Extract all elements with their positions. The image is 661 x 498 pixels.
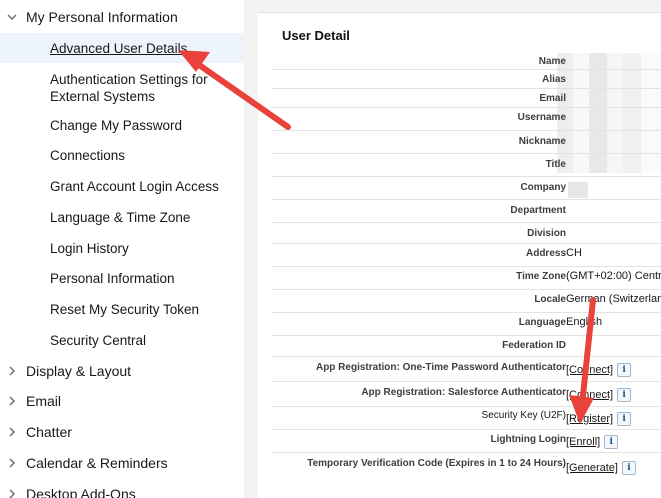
nav-item-label: Reset My Security Token: [50, 302, 200, 317]
detail-row-security-key: Security Key (U2F) [Register] i: [271, 407, 661, 430]
detail-row-name: Name: [271, 51, 661, 70]
nav-item-advanced-user-details[interactable]: Advanced User Details: [0, 33, 244, 63]
nav-item-label: Grant Account Login Access: [50, 179, 219, 194]
chevron-right-icon: [9, 458, 15, 468]
field-label: Security Key (U2F): [481, 410, 566, 421]
detail-row-otp-authenticator: App Registration: One-Time Password Auth…: [271, 357, 661, 382]
nav-group-my-personal-information[interactable]: My Personal Information: [0, 4, 244, 30]
panel-divider: [244, 0, 257, 498]
detail-row-nickname: Nickname: [271, 131, 661, 154]
field-label: Language: [518, 317, 566, 328]
detail-row-locale: Locale German (Switzerlan: [271, 290, 661, 313]
detail-row-lightning-login: Lightning Login [Enroll] i: [271, 430, 661, 453]
nav-group-calendar-reminders[interactable]: Calendar & Reminders: [0, 450, 244, 476]
chevron-right-icon: [9, 366, 15, 376]
nav-item-language-time-zone[interactable]: Language & Time Zone: [0, 208, 244, 228]
detail-row-time-zone: Time Zone (GMT+02:00) Centr: [271, 267, 661, 290]
field-value: CH: [566, 247, 582, 259]
nav-item-personal-information[interactable]: Personal Information: [0, 269, 244, 289]
info-icon[interactable]: i: [621, 461, 636, 475]
field-label: Username: [517, 112, 566, 123]
nav-item-authentication-settings[interactable]: Authentication Settings for External Sys…: [0, 70, 244, 106]
detail-row-federation-id: Federation ID: [271, 336, 661, 357]
nav-group-label: Chatter: [26, 424, 72, 440]
nav-item-label: Personal Information: [50, 271, 175, 286]
connect-salesforce-authenticator-link[interactable]: [Connect]: [566, 389, 613, 401]
detail-row-username: Username: [271, 108, 661, 131]
nav-item-label: Login History: [50, 241, 129, 256]
field-label: Email: [539, 93, 566, 104]
info-icon[interactable]: i: [617, 388, 632, 402]
main-content: User Detail Name Alias Email Username Ni…: [257, 0, 661, 498]
generate-temporary-code-link[interactable]: [Generate]: [566, 462, 618, 474]
register-security-key-link[interactable]: [Register]: [566, 413, 613, 425]
detail-row-department: Department: [271, 200, 661, 223]
setup-sidebar: My Personal Information Advanced User De…: [0, 0, 244, 498]
detail-row-email: Email: [271, 89, 661, 108]
nav-item-label: Security Central: [50, 333, 147, 348]
nav-item-label: Authentication Settings for External Sys…: [50, 72, 208, 104]
nav-group-label: Desktop Add-Ons: [26, 486, 136, 498]
user-detail-title: User Detail: [282, 28, 350, 43]
field-label: Lightning Login: [490, 434, 566, 445]
chevron-right-icon: [9, 489, 15, 498]
detail-row-alias: Alias: [271, 70, 661, 89]
detail-row-division: Division: [271, 223, 661, 244]
nav-group-display-layout[interactable]: Display & Layout: [0, 358, 244, 384]
field-value: (GMT+02:00) Centr: [566, 270, 661, 282]
nav-item-login-history[interactable]: Login History: [0, 239, 244, 259]
field-label: Locale: [534, 294, 566, 305]
detail-row-salesforce-authenticator: App Registration: Salesforce Authenticat…: [271, 382, 661, 407]
field-label: Federation ID: [502, 340, 566, 351]
nav-item-label: Change My Password: [50, 118, 183, 133]
field-label: Nickname: [518, 136, 566, 147]
nav-group-label: Email: [26, 393, 62, 409]
field-label: Name: [538, 56, 566, 67]
field-label: App Registration: One-Time Password Auth…: [315, 362, 566, 373]
nav-group-desktop-add-ons[interactable]: Desktop Add-Ons: [0, 481, 244, 498]
detail-row-language: Language English: [271, 313, 661, 336]
nav-group-chatter[interactable]: Chatter: [0, 419, 244, 445]
field-label: App Registration: Salesforce Authenticat…: [361, 387, 566, 398]
detail-row-address: Address CH: [271, 244, 661, 267]
nav-item-label: Connections: [50, 148, 126, 163]
info-icon[interactable]: i: [604, 435, 619, 449]
field-label: Temporary Verification Code (Expires in …: [307, 458, 566, 469]
connect-otp-link[interactable]: [Connect]: [566, 364, 613, 376]
info-icon[interactable]: i: [617, 363, 632, 377]
nav-group-label: Calendar & Reminders: [26, 455, 168, 471]
field-label: Time Zone: [516, 271, 566, 282]
nav-item-label: Advanced User Details: [50, 41, 188, 56]
nav-item-connections[interactable]: Connections: [0, 146, 244, 166]
field-label: Division: [527, 228, 566, 239]
nav-group-label: Display & Layout: [26, 363, 132, 379]
field-label: Alias: [542, 74, 566, 85]
field-label: Address: [525, 248, 566, 259]
chevron-right-icon: [9, 427, 15, 437]
field-label: Company: [520, 182, 566, 193]
nav-group-email[interactable]: Email: [0, 388, 244, 414]
nav-item-grant-account-login-access[interactable]: Grant Account Login Access: [0, 177, 244, 197]
nav-item-label: Language & Time Zone: [50, 210, 191, 225]
field-label: Department: [510, 205, 566, 216]
chevron-down-icon: [7, 14, 17, 20]
nav-item-security-central[interactable]: Security Central: [0, 331, 244, 351]
field-label: Title: [545, 159, 566, 170]
field-value: German (Switzerlan: [566, 293, 661, 305]
nav-item-change-my-password[interactable]: Change My Password: [0, 116, 244, 136]
detail-row-company: Company: [271, 177, 661, 200]
user-detail-card: User Detail Name Alias Email Username Ni…: [258, 12, 661, 498]
detail-row-temporary-code: Temporary Verification Code (Expires in …: [271, 453, 661, 479]
info-icon[interactable]: i: [617, 412, 632, 426]
enroll-lightning-login-link[interactable]: [Enroll]: [566, 436, 600, 448]
nav-group-label: My Personal Information: [26, 9, 178, 25]
field-value: English: [566, 316, 603, 328]
detail-row-title: Title: [271, 154, 661, 177]
nav-item-reset-my-security-token[interactable]: Reset My Security Token: [0, 300, 244, 320]
chevron-right-icon: [9, 396, 15, 406]
